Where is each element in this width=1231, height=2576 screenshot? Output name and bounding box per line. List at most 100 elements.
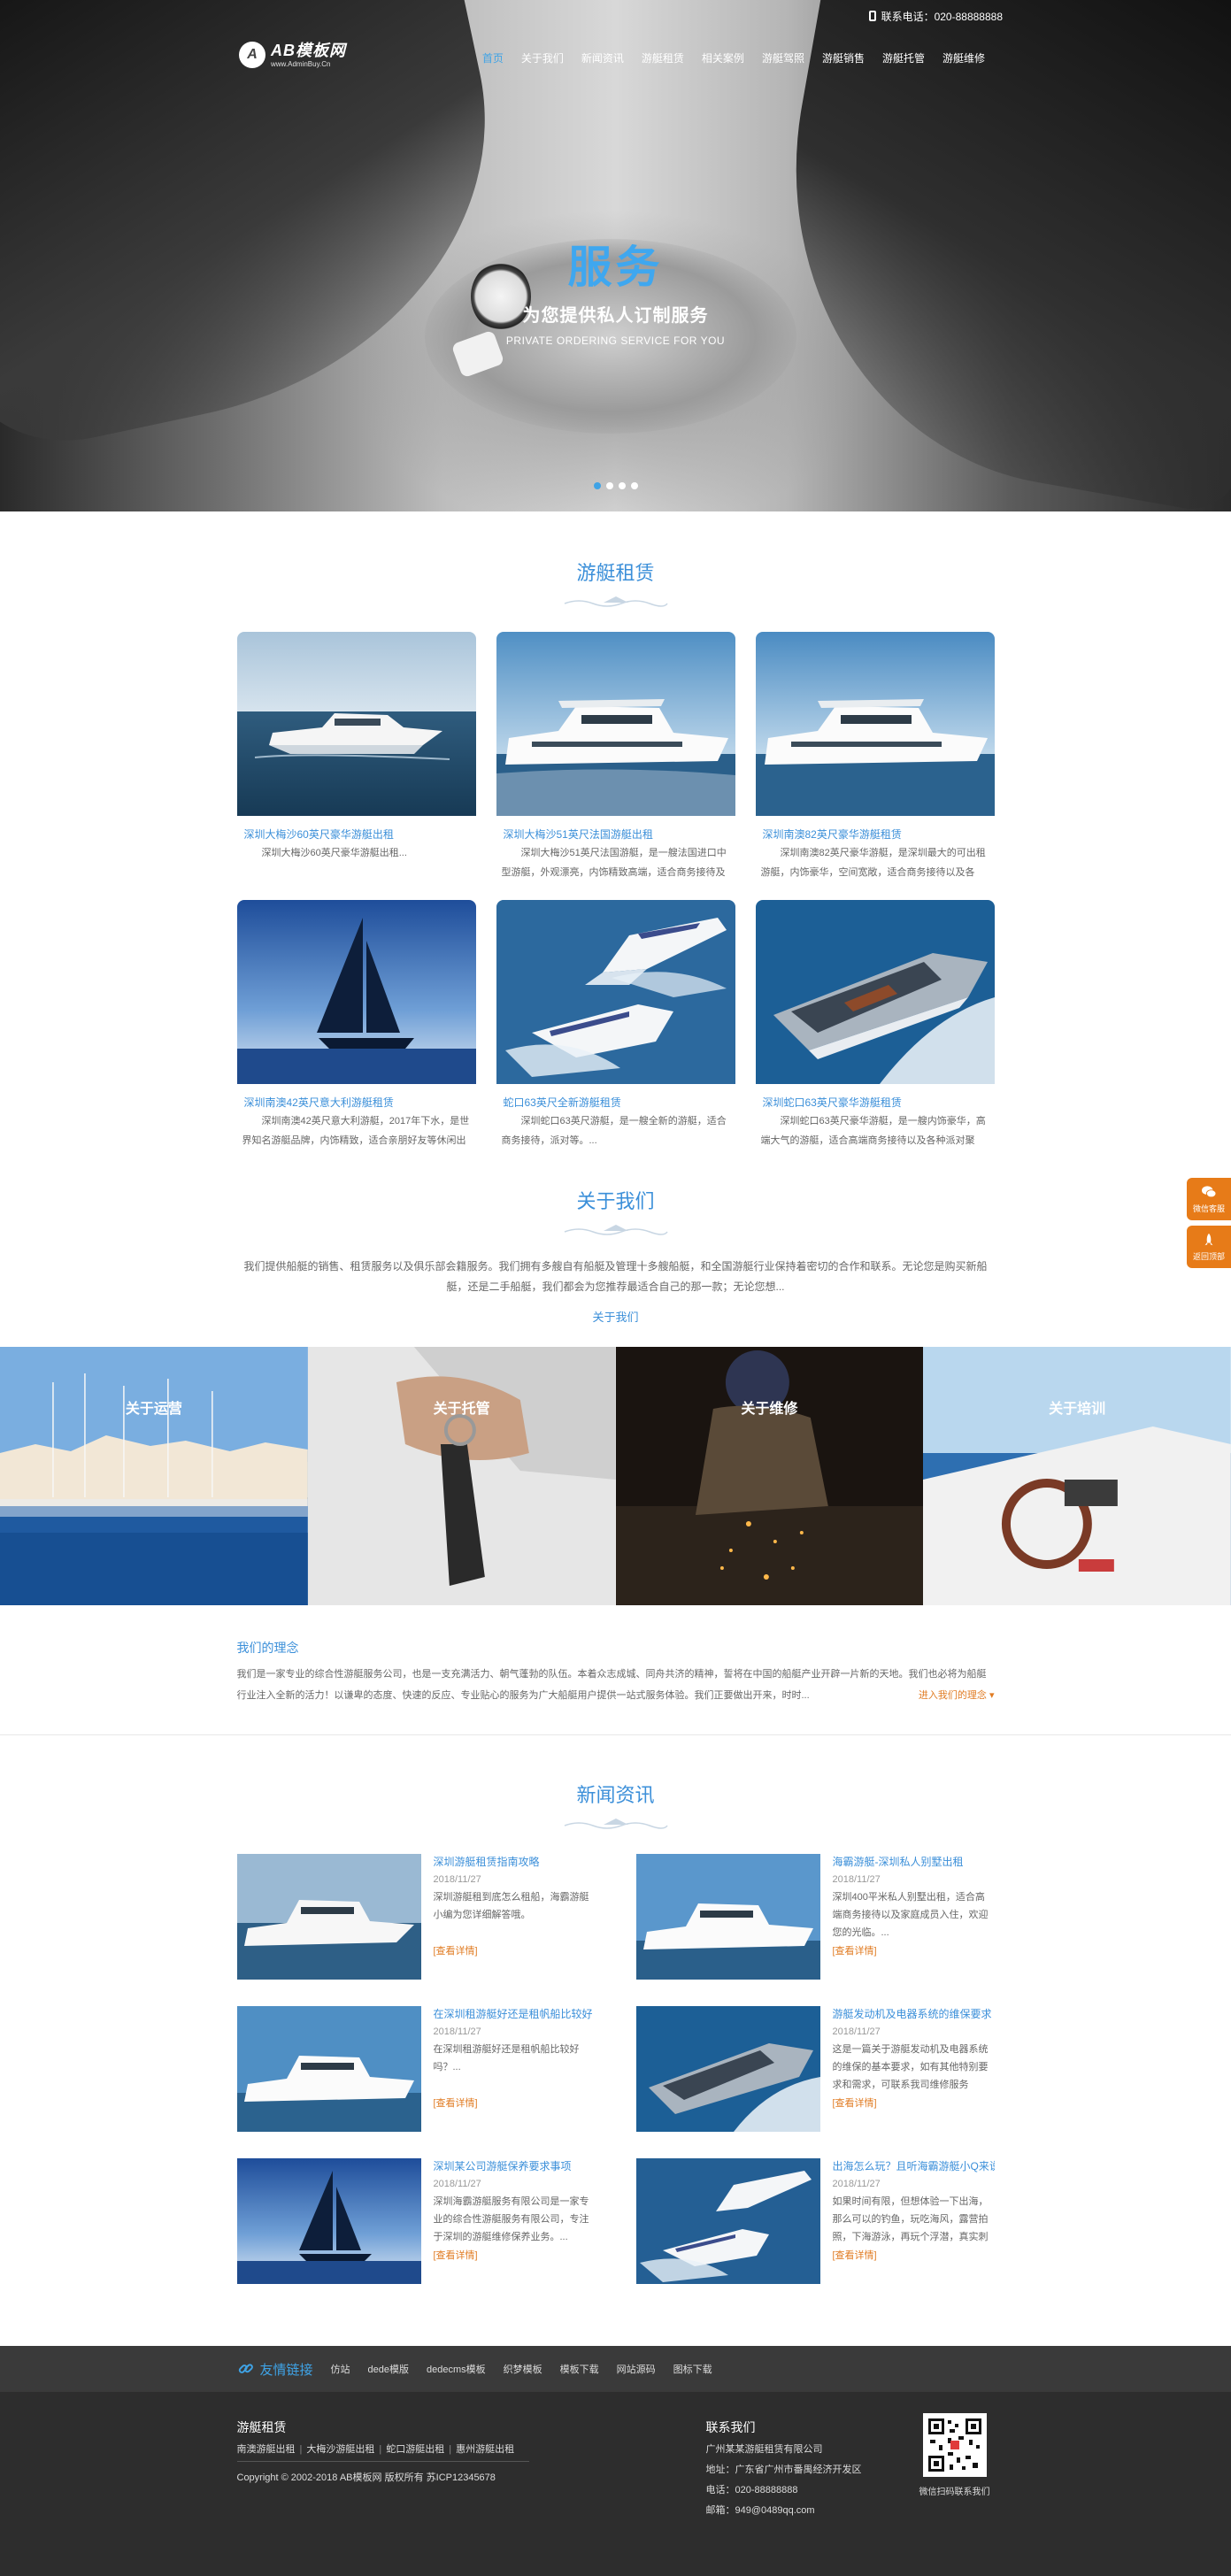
nav-rental[interactable]: 游艇租赁 [633, 50, 693, 65]
news-thumbnail[interactable] [635, 2006, 820, 2132]
friend-link[interactable]: dede模版 [368, 2362, 409, 2376]
float-wechat-button[interactable]: 微信客服 [1187, 1178, 1231, 1220]
service-tile-label: 关于托管 [433, 1402, 490, 1417]
rental-card-title[interactable]: 深圳大梅沙60英尺豪华游艇出租 [244, 827, 476, 842]
float-wechat-label: 微信客服 [1192, 1204, 1225, 1213]
news-item[interactable]: 在深圳租游艇好还是租帆船比较好 2018/11/27 在深圳租游艇好还是租帆船比… [236, 2006, 596, 2132]
news-more-link[interactable]: [查看详情] [833, 2095, 995, 2110]
slider-dot[interactable] [630, 482, 638, 489]
logo-mark-icon: A [239, 42, 265, 68]
idea-title: 我们的理念 [236, 1641, 299, 1655]
friend-link[interactable]: 网站源码 [617, 2362, 656, 2376]
friend-link[interactable]: 模板下载 [560, 2362, 599, 2376]
boat-photo[interactable] [496, 900, 735, 1084]
footer-copyright: Copyright © 2002-2018 AB模板网 版权所有 苏ICP123… [236, 2472, 496, 2483]
rental-card[interactable]: 深圳大梅沙51英尺法国游艇出租 深圳大梅沙51英尺法国游艇，是一艘法国进口中型游… [496, 632, 735, 882]
news-thumbnail[interactable] [635, 1854, 820, 1980]
friend-link[interactable]: 织梦模板 [504, 2362, 542, 2376]
boat-photo[interactable] [755, 632, 995, 816]
news-thumbnail[interactable] [236, 1854, 421, 1980]
news-more-link[interactable]: [查看详情] [833, 2248, 995, 2262]
friend-link[interactable]: 仿站 [331, 2362, 350, 2376]
news-thumbnail[interactable] [236, 2158, 421, 2284]
news-item[interactable]: 深圳某公司游艇保养要求事项 2018/11/27 深圳海霸游艇服务有限公司是一家… [236, 2158, 596, 2284]
boat-photo[interactable] [236, 632, 476, 816]
news-more-link[interactable]: [查看详情] [434, 2248, 596, 2262]
rental-card-title[interactable]: 蛇口63英尺全新游艇租赁 [504, 1095, 735, 1110]
slider-dot[interactable] [593, 482, 601, 489]
news-item[interactable]: 出海怎么玩？且听海霸游艇小Q来说 2018/11/27 如果时间有限，但想体验一… [635, 2158, 995, 2284]
nav-cases[interactable]: 相关案例 [693, 50, 753, 65]
nav-sales[interactable]: 游艇销售 [813, 50, 873, 65]
service-tile-training[interactable]: 关于培训 [923, 1347, 1231, 1605]
float-top-button[interactable]: 返回顶部 [1187, 1226, 1231, 1268]
news-title[interactable]: 游艇发动机及电器系统的维保要求 [833, 2006, 995, 2021]
news-desc: 深圳海霸游艇服务有限公司是一家专业的综合性游艇服务有限公司，专注于深圳的游艇维修… [433, 2196, 589, 2242]
nav-license[interactable]: 游艇驾照 [753, 50, 813, 65]
rental-card-desc: 深圳南澳42英尺意大利游艇，2017年下水，是世界知名游艇品牌，内饰精致，适合亲… [242, 1116, 470, 1146]
rental-card-title[interactable]: 深圳大梅沙51英尺法国游艇出租 [504, 827, 735, 842]
footer-contact-info: 广州某某游艇租赁有限公司 地址：广东省广州市番禺经济开发区 电话：020-888… [706, 2440, 862, 2521]
news-title[interactable]: 深圳某公司游艇保养要求事项 [434, 2158, 596, 2173]
news-more-link[interactable]: [查看详情] [434, 2095, 596, 2110]
idea-block: 我们的理念 我们是一家专业的综合性游艇服务公司，也是一支充满活力、朝气蓬勃的队伍… [237, 1639, 995, 1706]
news-title[interactable]: 深圳游艇租赁指南攻略 [434, 1854, 596, 1869]
news-item[interactable]: 海霸游艇-深圳私人别墅出租 2018/11/27 深圳400平米私人别墅出租，适… [635, 1854, 995, 1980]
nav-hosting[interactable]: 游艇托管 [873, 50, 934, 65]
footer-rental-link[interactable]: 蛇口游艇出租 [386, 2444, 444, 2455]
news-title[interactable]: 海霸游艇-深圳私人别墅出租 [833, 1854, 995, 1869]
logo-name: AB模板网 [271, 41, 346, 59]
nav-news[interactable]: 新闻资讯 [573, 50, 633, 65]
boat-photo[interactable] [236, 900, 476, 1084]
news-more-link[interactable]: [查看详情] [833, 1943, 995, 1957]
logo-url: www.AdminBuy.Cn [271, 59, 331, 68]
about-section: 关于我们 我们提供船艇的销售、租赁服务以及俱乐部会籍服务。我们拥有多艘自有船艇及… [0, 1150, 1231, 1735]
news-item[interactable]: 深圳游艇租赁指南攻略 2018/11/27 深圳游艇租到底怎么租船，海霸游艇小编… [236, 1854, 596, 1980]
nav-about[interactable]: 关于我们 [512, 50, 573, 65]
rental-card-title[interactable]: 深圳蛇口63英尺豪华游艇租赁 [763, 1095, 995, 1110]
news-title[interactable]: 在深圳租游艇好还是租帆船比较好 [434, 2006, 596, 2021]
footer: 游艇租赁 南澳游艇出租 | 大梅沙游艇出租 | 蛇口游艇出租 | 惠州游艇出租 Copyri… [0, 2392, 1231, 2576]
idea-more-link[interactable]: 进入我们的理念 ▾ [919, 1685, 995, 1706]
footer-rental-link[interactable]: 大梅沙游艇出租 [306, 2444, 374, 2455]
rental-card-desc: 深圳蛇口63英尺游艇，是一艘全新的游艇，适合商务接待，派对等。... [501, 1116, 727, 1146]
rental-card[interactable]: 深圳南澳42英尺意大利游艇租赁 深圳南澳42英尺意大利游艇，2017年下水，是世… [236, 900, 476, 1150]
news-thumbnail[interactable] [635, 2158, 820, 2284]
topbar-phone: 联系电话：020-88888888 [868, 9, 1003, 24]
rental-card[interactable]: 蛇口63英尺全新游艇租赁 深圳蛇口63英尺游艇，是一艘全新的游艇，适合商务接待，… [496, 900, 735, 1150]
qr-code-icon [922, 2413, 987, 2477]
news-title[interactable]: 出海怎么玩？且听海霸游艇小Q来说 [833, 2158, 995, 2173]
about-link[interactable]: 关于我们 [237, 1308, 995, 1325]
service-tile-hosting[interactable]: 关于托管 [307, 1347, 616, 1605]
service-tile-repair[interactable]: 关于维修 [615, 1347, 924, 1605]
rental-card[interactable]: 深圳南澳82英尺豪华游艇租赁 深圳南澳82英尺豪华游艇，是深圳最大的可出租游艇，… [755, 632, 995, 882]
rental-card-title[interactable]: 深圳南澳42英尺意大利游艇租赁 [244, 1095, 476, 1110]
slider-dot[interactable] [618, 482, 626, 489]
site-logo[interactable]: A AB模板网 www.AdminBuy.Cn [239, 42, 346, 68]
rental-card-desc: 深圳南澳82英尺豪华游艇，是深圳最大的可出租游艇，内饰豪华，空间宽敞，适合商务接… [760, 848, 986, 878]
news-desc: 深圳游艇租到底怎么租船，海霸游艇小编为您详细解答哦。 [433, 1892, 589, 1920]
nav-home[interactable]: 首页 [473, 50, 512, 65]
idea-text: 我们是一家专业的综合性游艇服务公司，也是一支充满活力、朝气蓬勃的队伍。本着众志成… [237, 1664, 995, 1706]
news-more-link[interactable]: [查看详情] [434, 1943, 596, 1957]
boat-photo[interactable] [496, 632, 735, 816]
news-item[interactable]: 游艇发动机及电器系统的维保要求 2018/11/27 这是一篇关于游艇发动机及电… [635, 2006, 995, 2132]
footer-separator: | [449, 2444, 452, 2455]
news-date: 2018/11/27 [832, 2179, 881, 2189]
service-tile-operation[interactable]: 关于运营 [0, 1347, 308, 1605]
rental-card[interactable]: 深圳大梅沙60英尺豪华游艇出租 深圳大梅沙60英尺豪华游艇出租... [236, 632, 476, 882]
rental-card-title[interactable]: 深圳南澳82英尺豪华游艇租赁 [763, 827, 995, 842]
news-desc: 在深圳租游艇好还是租帆船比较好吗？... [433, 2044, 580, 2072]
nav-repair[interactable]: 游艇维修 [934, 50, 994, 65]
footer-rental-link[interactable]: 惠州游艇出租 [456, 2444, 514, 2455]
rental-title: 游艇租赁 [576, 562, 655, 584]
boat-photo[interactable] [755, 900, 995, 1084]
footer-rental-link[interactable]: 南澳游艇出租 [237, 2444, 296, 2455]
rental-card[interactable]: 深圳蛇口63英尺豪华游艇租赁 深圳蛇口63英尺豪华游艇，是一艘内饰豪华，高端大气… [755, 900, 995, 1150]
slider-dot[interactable] [605, 482, 613, 489]
friend-link[interactable]: dedecms模板 [427, 2362, 486, 2376]
news-thumbnail[interactable] [236, 2006, 421, 2132]
news-desc: 这是一篇关于游艇发动机及电器系统的维保的基本要求，如有其他特别要求和需求，可联系… [832, 2044, 989, 2090]
wave-ornament-icon [237, 1817, 995, 1829]
friend-link[interactable]: 图标下载 [673, 2362, 712, 2376]
